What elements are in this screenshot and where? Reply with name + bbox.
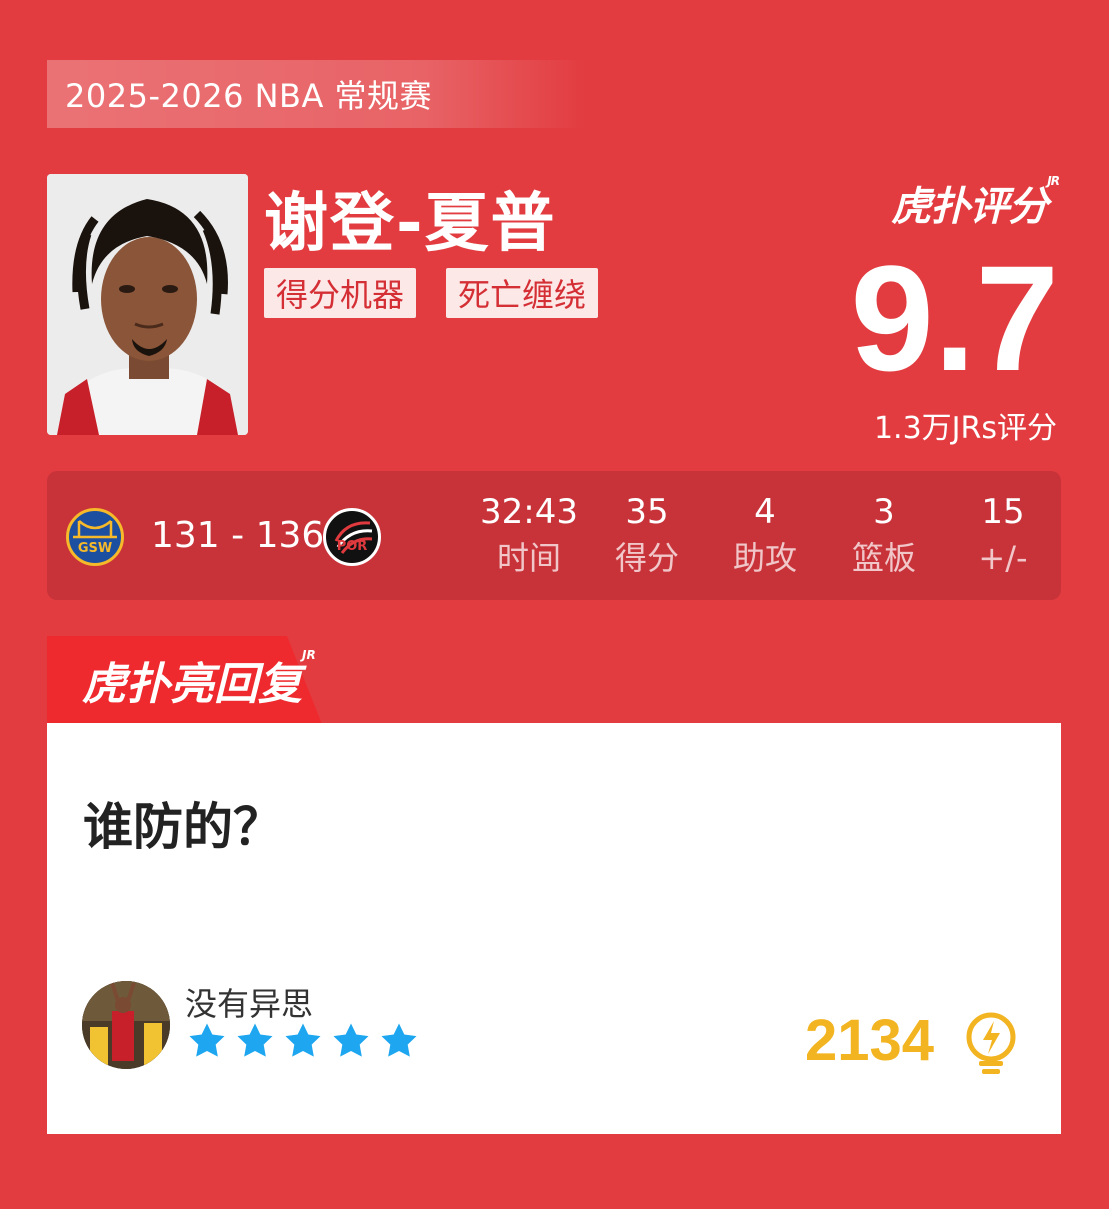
hupu-rating-logo-text: 虎扑评分 bbox=[891, 184, 1048, 230]
star-icon bbox=[237, 1023, 273, 1057]
player-name: 谢登-夏普 bbox=[264, 187, 557, 261]
reply-username[interactable]: 没有异思 bbox=[185, 979, 313, 1025]
player-tag-2[interactable]: 死亡缠绕 bbox=[446, 268, 599, 318]
game-score: 131 - 136 bbox=[151, 515, 325, 556]
avatar[interactable] bbox=[82, 981, 170, 1069]
highlight-reply-logo-mark: JR bbox=[302, 648, 316, 662]
reply-comment: 谁防的？ bbox=[83, 798, 283, 856]
stat-points: 35 得分 bbox=[592, 491, 702, 583]
stat-rebounds-label: 篮板 bbox=[851, 539, 916, 577]
highlight-reply-logo-text: 虎扑亮回复 bbox=[82, 659, 302, 710]
stat-minutes-value: 32:43 bbox=[480, 492, 578, 532]
rating-score: 9.7 bbox=[850, 234, 1059, 402]
stat-plus-minus-label: +/- bbox=[978, 539, 1028, 577]
hupu-rating-logo: 虎扑评分JR bbox=[891, 174, 1060, 232]
pinwheel-icon bbox=[334, 521, 373, 554]
player-photo bbox=[47, 174, 248, 435]
game-stats-bar: GSW 131 - 136 POR 32:43 时间 35 得分 4 助攻 3 … bbox=[47, 471, 1061, 600]
gsw-team-abbr: GSW bbox=[77, 541, 113, 556]
star-icon bbox=[333, 1023, 369, 1057]
stat-assists-value: 4 bbox=[754, 492, 776, 532]
stat-rebounds: 3 篮板 bbox=[829, 491, 939, 583]
stat-plus-minus-value: 15 bbox=[981, 492, 1025, 532]
avatar-image bbox=[82, 981, 170, 1069]
stat-assists: 4 助攻 bbox=[710, 491, 820, 583]
player-tag-1[interactable]: 得分机器 bbox=[264, 268, 417, 318]
rating-count: 1.3万JRs评分 bbox=[873, 411, 1057, 446]
stat-rebounds-value: 3 bbox=[873, 492, 895, 532]
stat-minutes-label: 时间 bbox=[496, 539, 561, 577]
stat-minutes: 32:43 时间 bbox=[474, 491, 584, 583]
por-team-abbr: POR bbox=[336, 539, 368, 554]
player-portrait-image bbox=[47, 174, 248, 435]
hupu-rating-logo-mark: JR bbox=[1047, 174, 1060, 188]
lightbulb-like-icon[interactable] bbox=[963, 1011, 1019, 1077]
stat-points-value: 35 bbox=[625, 492, 669, 532]
star-icon bbox=[285, 1023, 321, 1057]
por-team-logo: POR bbox=[323, 508, 381, 566]
reply-card[interactable]: 谁防的？ 没有异思 2134 bbox=[47, 723, 1061, 1134]
gsw-team-logo: GSW bbox=[66, 508, 124, 566]
stat-assists-label: 助攻 bbox=[732, 539, 797, 577]
highlight-reply-logo: 虎扑亮回复JR bbox=[82, 648, 316, 712]
like-count: 2134 bbox=[805, 1008, 935, 1073]
star-icon bbox=[381, 1023, 417, 1057]
season-label: 2025-2026 NBA 常规赛 bbox=[47, 60, 587, 128]
stat-points-label: 得分 bbox=[614, 539, 679, 577]
stat-plus-minus: 15 +/- bbox=[948, 491, 1058, 583]
bridge-icon bbox=[73, 520, 117, 539]
user-rating-stars bbox=[187, 1021, 419, 1061]
star-icon bbox=[189, 1023, 225, 1057]
